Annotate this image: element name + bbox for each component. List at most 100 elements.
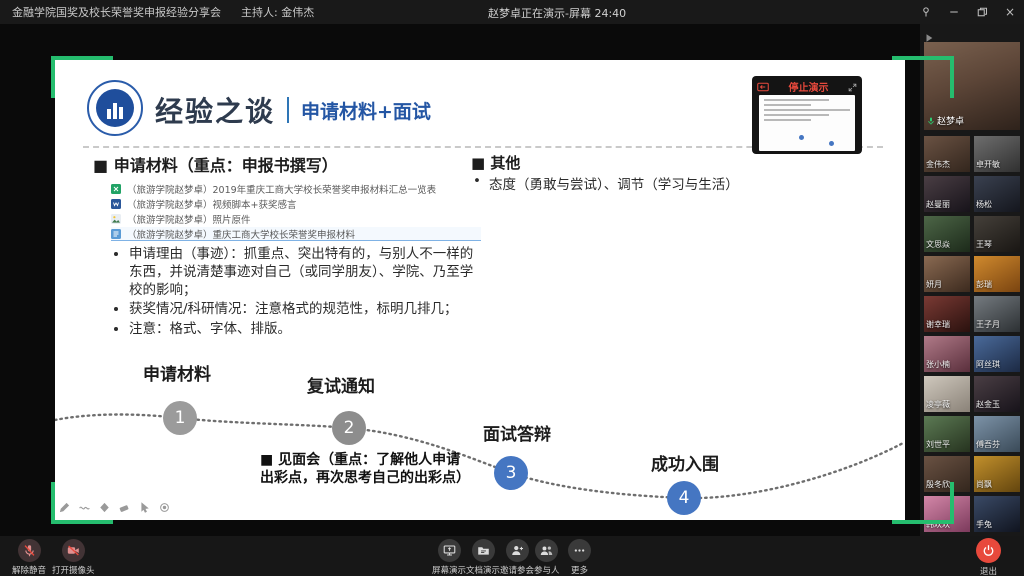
file-name: （旅游学院赵梦卓）视频脚本+获奖感言 bbox=[127, 197, 296, 211]
screen-share-icon bbox=[443, 544, 456, 557]
unmute-label: 解除静音 bbox=[12, 564, 46, 576]
file-item: （旅游学院赵梦卓）视频脚本+获奖感言 bbox=[111, 197, 481, 211]
participant-tile[interactable]: 手兔 bbox=[974, 496, 1020, 532]
bullet-item: 注意：格式、字体、排版。 bbox=[129, 321, 481, 339]
bullet-item: 获奖情况/科研情况：注意格式的规范性，标明几排几； bbox=[129, 301, 481, 319]
slide-subtitle: 申请材料+面试 bbox=[301, 97, 431, 124]
share-border-marker bbox=[892, 482, 954, 524]
participant-tile[interactable]: 卓开敏 bbox=[974, 136, 1020, 172]
other-bullet: • 态度（勇敢与尝试）、调节（学习与生活） bbox=[473, 173, 893, 193]
participant-tile[interactable]: 王琴 bbox=[974, 216, 1020, 252]
share-border-marker bbox=[892, 56, 954, 98]
timeline-node-3: 3 bbox=[494, 456, 528, 490]
participant-tile[interactable]: 阿丝琪 bbox=[974, 336, 1020, 372]
close-button[interactable]: × bbox=[1002, 4, 1018, 20]
screen-share-button[interactable]: 屏幕演示 bbox=[432, 539, 466, 576]
timeline-label-1: 申请材料 bbox=[143, 360, 211, 385]
timeline-node-2: 2 bbox=[332, 411, 366, 445]
participant-name: 金伟杰 bbox=[926, 159, 950, 170]
slide-title: 经验之谈 bbox=[155, 90, 275, 130]
curve-tool-icon[interactable] bbox=[79, 498, 90, 517]
cursor-tool-icon[interactable] bbox=[139, 498, 150, 517]
presentation-preview-thumbnail[interactable] bbox=[759, 95, 855, 151]
participant-grid: 金伟杰 卓开敏 赵曼丽 杨松 文思焱 王琴 妍月 彭瑞 谢幸瑞 王子月 张小楠 … bbox=[924, 136, 1020, 532]
word-file-icon bbox=[111, 199, 121, 209]
presenting-status: 赵梦卓正在演示-屏幕 24:40 bbox=[488, 5, 626, 21]
doc-share-label: 文档演示 bbox=[466, 564, 500, 576]
participant-name: 尚飘 bbox=[976, 479, 992, 490]
participant-name: 阿丝琪 bbox=[976, 359, 1000, 370]
timeline-node-1: 1 bbox=[163, 401, 197, 435]
file-item: （旅游学院赵梦卓）2019年重庆工商大学校长荣誉奖申报材料汇总一览表 bbox=[111, 182, 481, 196]
file-name: （旅游学院赵梦卓）照片原件 bbox=[127, 212, 251, 226]
participant-name: 赵金玉 bbox=[976, 399, 1000, 410]
invite-button[interactable]: 邀请参会 bbox=[500, 539, 534, 576]
timeline-label-3: 面试答辩 bbox=[483, 420, 551, 445]
participant-name: 张小楠 bbox=[926, 359, 950, 370]
participant-tile[interactable]: 谢幸瑞 bbox=[924, 296, 970, 332]
participant-tile[interactable]: 赵曼丽 bbox=[924, 176, 970, 212]
unmute-button[interactable]: 解除静音 bbox=[12, 539, 46, 576]
camera-on-button[interactable]: 打开摄像头 bbox=[52, 539, 95, 576]
participant-name: 谢幸瑞 bbox=[926, 319, 950, 330]
title-bar: 金融学院国奖及校长荣誉奖申报经验分享会 主持人: 金伟杰 赵梦卓正在演示-屏幕 … bbox=[0, 0, 1024, 24]
meeting-app-window: 金融学院国奖及校长荣誉奖申报经验分享会 主持人: 金伟杰 赵梦卓正在演示-屏幕 … bbox=[0, 0, 1024, 576]
excel-file-icon bbox=[111, 184, 121, 194]
bullet-text: 态度（勇敢与尝试）、调节（学习与生活） bbox=[489, 173, 739, 193]
participant-tile[interactable]: 张小楠 bbox=[924, 336, 970, 372]
participant-tile[interactable]: 王子月 bbox=[974, 296, 1020, 332]
doc-file-icon bbox=[111, 229, 121, 239]
exit-label: 退出 bbox=[980, 565, 997, 576]
participant-tile[interactable]: 尚飘 bbox=[974, 456, 1020, 492]
participants-label: 参与人 bbox=[534, 564, 560, 576]
sidebar-collapse-icon[interactable] bbox=[924, 28, 938, 40]
participants-sidebar: 赵梦卓 金伟杰 卓开敏 赵曼丽 杨松 文思焱 王琴 妍月 彭瑞 谢幸瑞 王子月 … bbox=[920, 24, 1024, 536]
mic-active-icon bbox=[927, 117, 935, 125]
participant-tile[interactable]: 赵金玉 bbox=[974, 376, 1020, 412]
presenter-control-panel: 停止演示 bbox=[752, 76, 862, 154]
participant-tile[interactable]: 杨松 bbox=[974, 176, 1020, 212]
minimize-button[interactable] bbox=[946, 4, 962, 20]
camera-off-icon bbox=[67, 544, 80, 557]
participant-tile[interactable]: 金伟杰 bbox=[924, 136, 970, 172]
more-icon bbox=[573, 544, 586, 557]
timeline-label-2: 复试通知 bbox=[307, 372, 375, 397]
shape-tool-icon[interactable] bbox=[99, 498, 110, 517]
presentation-slide: 经验之谈 申请材料+面试 ■ 申请材料（重点：申报书撰写） （旅游学院赵梦卓）2… bbox=[55, 60, 905, 520]
participants-button[interactable]: 参与人 bbox=[534, 539, 560, 576]
participant-tile[interactable]: 妍月 bbox=[924, 256, 970, 292]
more-button[interactable]: 更多 bbox=[568, 539, 591, 576]
bullet-marker: • bbox=[473, 173, 481, 193]
pen-tool-icon[interactable] bbox=[59, 498, 70, 517]
file-item-selected: （旅游学院赵梦卓）重庆工商大学校长荣誉奖申报材料 bbox=[111, 227, 481, 241]
participants-icon bbox=[540, 544, 553, 557]
timeline-label-4: 成功入围 bbox=[651, 450, 719, 475]
annotation-toolbar bbox=[59, 498, 170, 517]
pin-icon[interactable] bbox=[918, 4, 934, 20]
materials-bullet-list: 申请理由（事迹）：抓重点、突出特有的，与别人不一样的东西，并说清楚事迹对自己（或… bbox=[113, 246, 481, 341]
participant-tile[interactable]: 傅吾芬 bbox=[974, 416, 1020, 452]
participant-tile[interactable]: 刘世平 bbox=[924, 416, 970, 452]
expand-icon[interactable] bbox=[848, 77, 857, 96]
participant-name: 手兔 bbox=[976, 519, 992, 530]
laser-tool-icon[interactable] bbox=[159, 498, 170, 517]
eraser-tool-icon[interactable] bbox=[119, 498, 130, 517]
meetup-note: ■ 见面会（重点：了解他人申请出彩点，再次思考自己的出彩点） bbox=[260, 452, 472, 488]
participant-name: 文思焱 bbox=[926, 239, 950, 250]
participant-tile[interactable]: 凌亭薇 bbox=[924, 376, 970, 412]
exit-button[interactable]: 退出 bbox=[976, 538, 1001, 576]
invite-label: 邀请参会 bbox=[500, 564, 534, 576]
restore-button[interactable] bbox=[974, 4, 990, 20]
attachment-list: （旅游学院赵梦卓）2019年重庆工商大学校长荣誉奖申报材料汇总一览表 （旅游学院… bbox=[111, 182, 481, 242]
meeting-title: 金融学院国奖及校长荣誉奖申报经验分享会 bbox=[12, 4, 221, 20]
participant-name: 刘世平 bbox=[926, 439, 950, 450]
title-divider bbox=[287, 97, 289, 123]
more-label: 更多 bbox=[571, 564, 588, 576]
doc-share-button[interactable]: 文档演示 bbox=[466, 539, 500, 576]
participant-tile[interactable]: 彭瑞 bbox=[974, 256, 1020, 292]
participant-name: 凌亭薇 bbox=[926, 399, 950, 410]
participant-name: 赵曼丽 bbox=[926, 199, 950, 210]
host-label: 主持人: 金伟杰 bbox=[241, 4, 314, 20]
participant-tile[interactable]: 文思焱 bbox=[924, 216, 970, 252]
stop-presenting-button[interactable]: 停止演示 bbox=[773, 79, 844, 94]
